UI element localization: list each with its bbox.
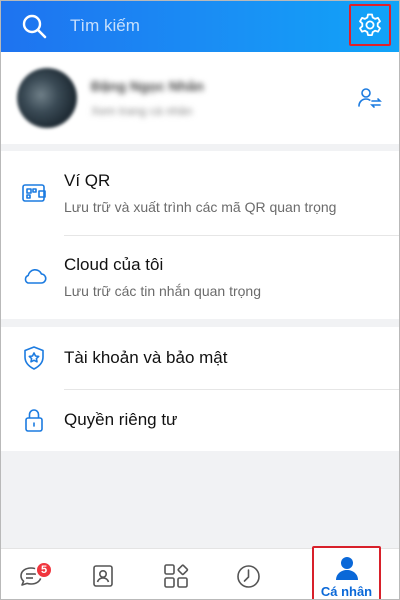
profile-subtitle: Xem trang cá nhân — [91, 104, 193, 118]
app-screen: Tìm kiếm Đặng Ngọc Nhân Xem trang cá nhâ… — [0, 0, 400, 600]
cloud-desc: Lưu trữ các tin nhắn quan trọng — [64, 283, 261, 299]
utilities-section: Ví QR Lưu trữ và xuất trình các mã QR qu… — [1, 151, 399, 319]
qr-wallet-title: Ví QR — [64, 171, 111, 190]
tab-messages[interactable]: 5 — [1, 549, 63, 599]
qr-wallet-icon — [22, 184, 46, 202]
switch-account-icon[interactable] — [357, 85, 383, 111]
messages-badge: 5 — [35, 561, 53, 579]
privacy-title: Quyền riêng tư — [64, 410, 178, 429]
tab-contacts[interactable] — [81, 549, 131, 599]
shield-icon — [24, 346, 44, 370]
profile-card[interactable]: Đặng Ngọc Nhân Xem trang cá nhân — [1, 52, 399, 144]
settings-section: Tài khoản và bảo mật Quyền riêng tư — [1, 327, 399, 451]
search-input[interactable]: Tìm kiếm — [70, 16, 140, 36]
tab-profile[interactable]: Cá nhân — [312, 546, 381, 599]
top-header: Tìm kiếm — [1, 1, 399, 52]
tab-timeline[interactable] — [226, 549, 276, 599]
contacts-icon — [93, 565, 113, 587]
list-item-qr-wallet[interactable]: Ví QR Lưu trữ và xuất trình các mã QR qu… — [1, 151, 399, 235]
profile-name: Đặng Ngọc Nhân — [91, 78, 204, 94]
cloud-title: Cloud của tôi — [64, 255, 164, 274]
timeline-icon — [237, 565, 260, 588]
gear-icon — [359, 13, 381, 36]
profile-icon — [336, 557, 358, 580]
cloud-icon — [24, 268, 47, 284]
list-item-account-security[interactable]: Tài khoản và bảo mật — [1, 327, 399, 389]
list-item-cloud[interactable]: Cloud của tôi Lưu trữ các tin nhắn quan … — [1, 235, 399, 319]
tab-discover[interactable] — [151, 549, 201, 599]
account-security-title: Tài khoản và bảo mật — [64, 348, 228, 367]
discover-icon — [164, 564, 189, 588]
lock-icon — [25, 409, 43, 432]
list-item-privacy[interactable]: Quyền riêng tư — [1, 389, 399, 451]
qr-wallet-desc: Lưu trữ và xuất trình các mã QR quan trọ… — [64, 199, 337, 215]
tab-profile-label: Cá nhân — [320, 584, 373, 599]
settings-button[interactable] — [349, 4, 391, 46]
avatar[interactable] — [17, 68, 77, 128]
search-icon[interactable] — [21, 13, 47, 39]
